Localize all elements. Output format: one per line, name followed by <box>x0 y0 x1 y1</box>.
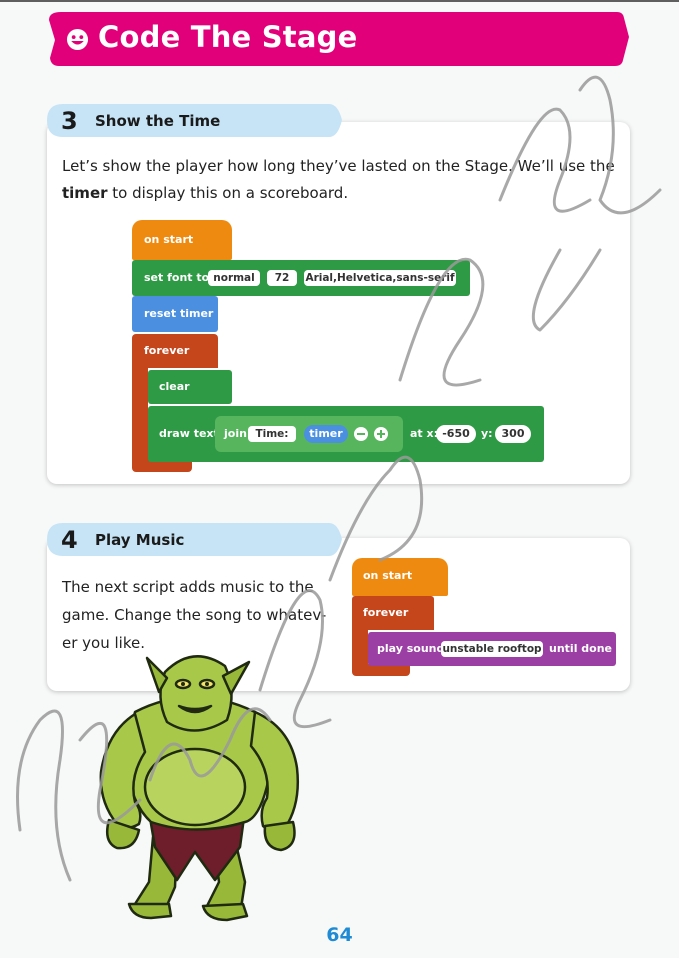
section-3-paragraph: Let’s show the player how long they’ve l… <box>62 153 622 207</box>
smiley-icon <box>66 28 89 51</box>
set-font-block: set font to normal 72 Arial,Helvetica,sa… <box>132 260 470 296</box>
section-3-text-2: to display this on a scoreboard. <box>112 184 349 202</box>
top-border-line <box>0 0 679 2</box>
page-number: 64 <box>326 924 353 946</box>
timer-reporter[interactable]: timer <box>304 425 348 443</box>
font-style-value[interactable]: normal <box>208 270 260 286</box>
minus-icon[interactable] <box>354 427 368 441</box>
forever-block-2-side <box>352 628 368 668</box>
section-4-tab: 4 Play Music <box>47 523 343 556</box>
section-4-title: Play Music <box>95 531 185 549</box>
font-family-value[interactable]: Arial,Helvetica,sans-serif <box>304 270 456 286</box>
y-value[interactable]: 300 <box>495 425 531 443</box>
troll-illustration <box>99 655 299 922</box>
join-block: join Time: timer <box>215 416 403 452</box>
plus-icon[interactable] <box>374 427 388 441</box>
draw-text-block: draw text join Time: timer at x: -650 y:… <box>148 406 544 462</box>
section-3-bold-word: timer <box>62 184 108 202</box>
section-4-number: 4 <box>61 526 78 554</box>
reset-timer-block: reset timer <box>132 296 218 332</box>
page: Code The Stage 3 Show the Time Let’s sho… <box>0 0 679 958</box>
forever-block-side <box>132 366 148 462</box>
section-3-text-1: Let’s show the player how long they’ve l… <box>62 157 615 175</box>
on-start-block-2: on start <box>352 558 448 596</box>
join-text-value[interactable]: Time: <box>248 426 296 442</box>
page-title: Code The Stage <box>98 20 358 54</box>
play-sound-block: play sound unstable rooftop until done <box>368 632 616 666</box>
forever-block: forever <box>132 334 218 368</box>
clear-block: clear <box>148 370 232 404</box>
on-start-block: on start <box>132 220 232 260</box>
font-size-value[interactable]: 72 <box>267 270 297 286</box>
x-value[interactable]: -650 <box>436 425 476 443</box>
forever-block-2: forever <box>352 596 434 630</box>
section-3-tab: 3 Show the Time <box>47 104 343 137</box>
sound-name-value[interactable]: unstable rooftop <box>441 641 543 657</box>
section-3-title: Show the Time <box>95 112 221 130</box>
section-3-number: 3 <box>61 107 78 135</box>
